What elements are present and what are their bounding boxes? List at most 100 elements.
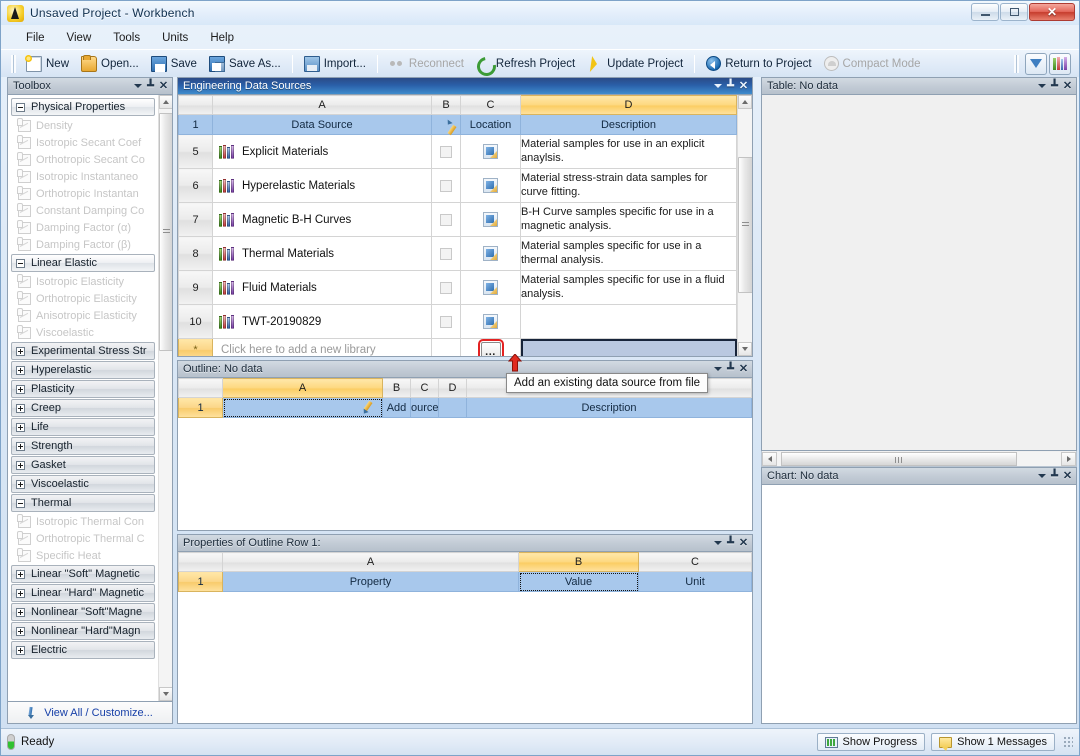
data-sources-scrollbar[interactable] [737,95,752,356]
data-source-name-cell[interactable]: Explicit Materials [212,134,432,169]
toolbox-item-anisotropic-elasticity[interactable]: Anisotropic Elasticity [10,307,157,324]
edit-checkbox-cell[interactable] [431,270,461,305]
close-button[interactable]: ✕ [1029,3,1075,21]
toolbox-item-orthotropic-thermal-conductivity[interactable]: Orthotropic Thermal C [10,530,157,547]
toolbox-pin-button[interactable]: ┻ [144,79,157,93]
expand-icon[interactable] [16,645,25,655]
expand-icon[interactable] [16,607,25,617]
description-cell[interactable] [520,304,737,339]
data-sources-scroll-thumb[interactable] [737,157,752,293]
toolbox-close-button[interactable]: ✕ [157,79,170,93]
new-button[interactable]: New [20,53,75,75]
data-sources-close-button[interactable]: ✕ [737,79,750,93]
properties-close-button[interactable]: ✕ [737,536,750,550]
table-row[interactable]: 7 Magnetic B-H Curves B-H Curve samples … [178,202,737,237]
expand-icon[interactable] [16,441,25,451]
menu-help[interactable]: Help [199,30,245,46]
outline-menu-button[interactable] [711,362,724,376]
toolbox-group-gasket[interactable]: Gasket [11,456,155,474]
table-close-button[interactable]: ✕ [1061,79,1074,93]
toolbox-group-creep[interactable]: Creep [11,399,155,417]
toolbox-group-linear-elastic[interactable]: Linear Elastic [11,254,155,272]
expand-icon[interactable] [16,403,25,413]
toolbox-group-linear-hard-magnetic[interactable]: Linear "Hard" Magnetic [11,584,155,602]
data-sources-pin-button[interactable]: ┻ [724,79,737,93]
expand-icon[interactable] [16,384,25,394]
location-cell[interactable] [460,134,521,169]
toolbox-item-isotropic-thermal-conductivity[interactable]: Isotropic Thermal Con [10,513,157,530]
edit-checkbox[interactable] [440,281,452,294]
location-cell[interactable] [460,270,521,305]
edit-checkbox[interactable] [440,179,452,192]
toolbox-group-electric[interactable]: Electric [11,641,155,659]
location-icon[interactable] [483,246,498,261]
location-icon[interactable] [483,314,498,329]
toolbox-scroll-thumb[interactable] [158,113,172,351]
new-library-description-cell[interactable] [520,338,737,356]
toolbox-item-isotropic-instantaneous[interactable]: Isotropic Instantaneo [10,168,157,185]
table-scroll-track[interactable] [777,451,1061,466]
toolbox-group-physical-properties[interactable]: Physical Properties [11,98,155,116]
column-header-d[interactable]: D [438,378,467,398]
engineering-data-toggle-button[interactable] [1049,52,1071,75]
table-row[interactable]: 9 Fluid Materials Material samples speci… [178,270,737,305]
toolbox-item-orthotropic-secant[interactable]: Orthotropic Secant Co [10,151,157,168]
scroll-down-button[interactable] [738,342,752,356]
toolbar-grip-right[interactable] [1014,54,1019,73]
header-value[interactable]: Value [518,571,639,592]
location-cell[interactable] [460,236,521,271]
toolbox-group-plasticity[interactable]: Plasticity [11,380,155,398]
outline-pin-button[interactable]: ┻ [724,362,737,376]
properties-menu-button[interactable] [711,536,724,550]
chart-menu-button[interactable] [1035,469,1048,483]
table-horizontal-scrollbar[interactable] [761,451,1077,467]
expand-icon[interactable] [16,460,25,470]
expand-icon[interactable] [16,479,25,489]
location-icon[interactable] [483,212,498,227]
expand-icon[interactable] [16,569,25,579]
refresh-project-button[interactable]: Refresh Project [470,53,581,75]
table-row[interactable]: 5 Explicit Materials Material samples fo… [178,134,737,169]
return-to-project-button[interactable]: Return to Project [700,53,817,74]
filter-toggle-button[interactable] [1025,52,1047,75]
edit-checkbox-cell[interactable] [431,304,461,339]
open-button[interactable]: Open... [75,53,145,75]
edit-checkbox[interactable] [440,315,452,328]
column-header-a[interactable]: A [222,378,383,398]
data-sources-menu-button[interactable] [711,79,724,93]
import-button[interactable]: Import... [298,53,372,75]
edit-checkbox-cell[interactable] [431,134,461,169]
description-cell[interactable]: Material stress-strain data samples for … [520,168,737,203]
view-all-customize-link[interactable]: View All / Customize... [44,707,153,719]
column-header-b[interactable]: B [431,95,461,115]
minimize-button[interactable] [971,3,999,21]
resize-grip[interactable] [1063,736,1073,748]
expand-icon[interactable] [16,626,25,636]
scroll-down-button[interactable] [158,687,172,701]
data-source-name-cell[interactable]: Thermal Materials [212,236,432,271]
collapse-icon[interactable] [16,498,25,508]
data-source-name-cell[interactable]: Fluid Materials [212,270,432,305]
collapse-icon[interactable] [16,102,25,112]
show-progress-button[interactable]: Show Progress [816,733,926,751]
expand-icon[interactable] [16,346,25,356]
column-header-a[interactable]: A [222,552,519,572]
table-row[interactable]: 10 TWT-20190829 [178,304,737,339]
location-cell[interactable] [460,202,521,237]
maximize-button[interactable] [1000,3,1028,21]
menu-units[interactable]: Units [151,30,199,46]
data-sources-scroll-track[interactable] [737,109,752,342]
edit-checkbox-cell[interactable] [431,168,461,203]
toolbox-item-damping-factor-beta[interactable]: Damping Factor (β) [10,236,157,253]
add-new-library-row[interactable]: * Click here to add a new library ... [178,338,737,356]
toolbox-group-nonlinear-soft-magnetic[interactable]: Nonlinear "Soft"Magne [11,603,155,621]
toolbox-group-viscoelastic[interactable]: Viscoelastic [11,475,155,493]
toolbox-item-density[interactable]: Density [10,117,157,134]
expand-icon[interactable] [16,422,25,432]
chart-pin-button[interactable]: ┻ [1048,469,1061,483]
data-source-name-cell[interactable]: Hyperelastic Materials [212,168,432,203]
scroll-left-button[interactable] [762,451,777,466]
data-source-name-cell[interactable]: Magnetic B-H Curves [212,202,432,237]
save-as-button[interactable]: Save As... [203,53,287,75]
menu-file[interactable]: File [15,30,56,46]
